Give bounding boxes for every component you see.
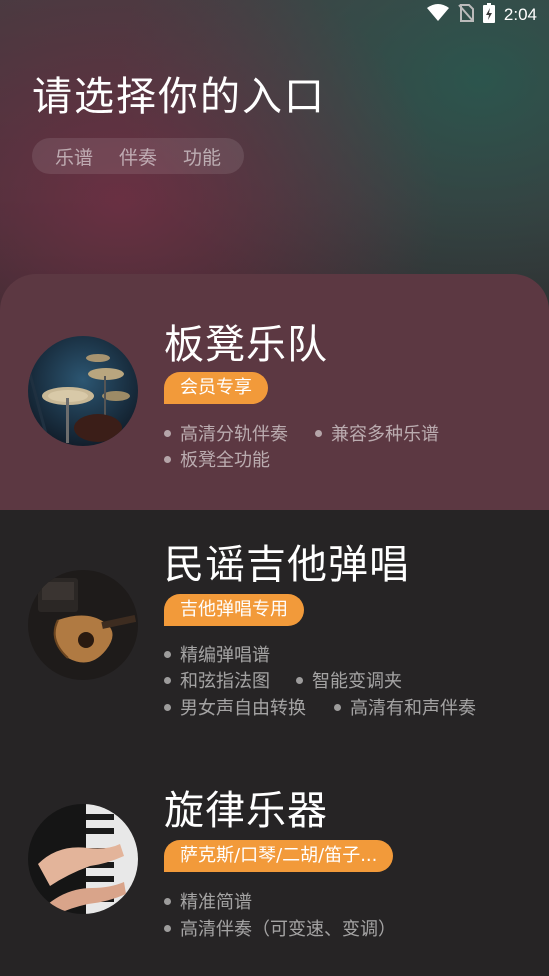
- feature-item: 男女声自由转换: [164, 694, 306, 720]
- feature-item: 兼容多种乐谱: [315, 420, 439, 446]
- feature-item: 板凳全功能: [164, 446, 270, 472]
- feature-item: 和弦指法图: [164, 667, 270, 693]
- category-tabs: 乐谱 伴奏 功能: [32, 138, 244, 174]
- tag-guitar-only: 吉他弹唱专用: [164, 594, 304, 626]
- feature-item: 高清伴奏（可变速、变调）: [164, 915, 396, 941]
- drum-kit-image: [28, 336, 138, 446]
- bullet-icon: [164, 650, 171, 658]
- card-title-melody-instruments: 旋律乐器: [164, 788, 328, 834]
- feature-item: 精准简谱: [164, 888, 252, 914]
- tab-features[interactable]: 功能: [183, 143, 221, 170]
- bullet-icon: [164, 429, 171, 437]
- bullet-icon: [164, 924, 171, 932]
- entry-card-band[interactable]: 板凳乐队 会员专享 高清分轨伴奏 兼容多种乐谱 板凳全功能: [0, 274, 549, 510]
- tag-instrument-list: 萨克斯/口琴/二胡/笛子...: [164, 840, 394, 872]
- tag-member-only: 会员专享: [164, 372, 268, 404]
- status-bar: 2:04: [0, 0, 549, 30]
- tab-sheet-music[interactable]: 乐谱: [55, 143, 93, 170]
- bullet-icon: [164, 703, 171, 711]
- acoustic-guitar-image: [28, 570, 138, 680]
- bullet-icon: [164, 676, 171, 684]
- card-title-folk-guitar: 民谣吉他弹唱: [164, 542, 410, 588]
- feature-item: 高清有和声伴奏: [334, 694, 476, 720]
- feature-item: 精编弹唱谱: [164, 641, 270, 667]
- bullet-icon: [315, 429, 322, 437]
- tab-accompaniment[interactable]: 伴奏: [119, 143, 157, 170]
- feature-item: 智能变调夹: [296, 667, 402, 693]
- bullet-icon: [296, 676, 303, 684]
- status-time: 2:04: [503, 5, 537, 24]
- battery-charging-icon: [482, 3, 495, 27]
- piano-hands-image: [28, 804, 138, 914]
- bullet-icon: [164, 455, 171, 463]
- page-title: 请选择你的入口: [32, 74, 326, 120]
- entry-card-melody-instruments[interactable]: 旋律乐器 萨克斯/口琴/二胡/笛子... 精准简谱 高清伴奏（可变速、变调）: [0, 742, 549, 976]
- feature-item: 高清分轨伴奏: [164, 420, 288, 446]
- bullet-icon: [164, 897, 171, 905]
- no-sim-icon: [458, 4, 474, 26]
- entry-card-folk-guitar[interactable]: 民谣吉他弹唱 吉他弹唱专用 精编弹唱谱 和弦指法图 智能变调夹 男女声自由转换 …: [0, 510, 549, 742]
- card-title-band: 板凳乐队: [164, 322, 328, 368]
- wifi-icon: [426, 4, 449, 26]
- bullet-icon: [334, 703, 341, 711]
